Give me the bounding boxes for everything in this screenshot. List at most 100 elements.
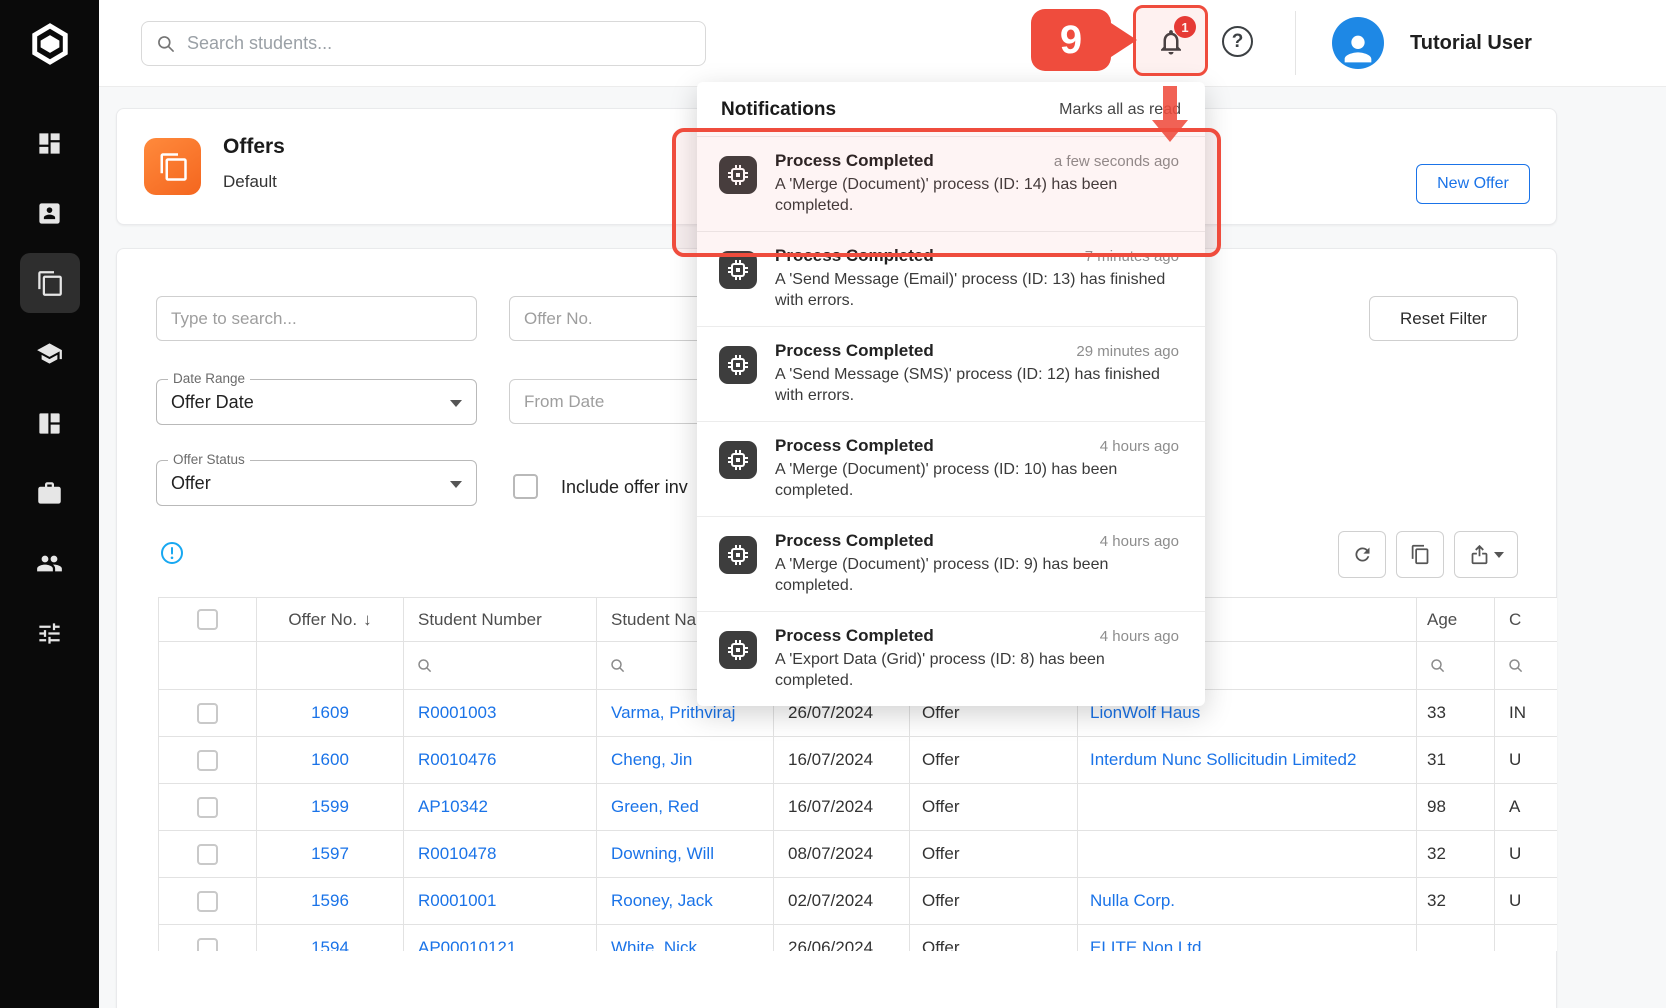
notification-time: 4 hours ago xyxy=(1100,628,1179,645)
row-checkbox[interactable] xyxy=(197,750,218,771)
row-checkbox[interactable] xyxy=(197,703,218,724)
offer-status: Offer xyxy=(922,891,959,910)
row-checkbox[interactable] xyxy=(197,797,218,818)
filter-search-input[interactable] xyxy=(156,296,477,341)
table-row: 1597 R0010478 Downing, Will 08/07/2024 O… xyxy=(159,831,1558,878)
logo-icon xyxy=(25,19,75,69)
sidebar-item-contacts[interactable] xyxy=(20,183,80,243)
offer-status-select[interactable]: Offer Status Offer xyxy=(156,460,477,506)
process-icon xyxy=(719,346,757,384)
offer-date: 16/07/2024 xyxy=(788,797,873,816)
avatar[interactable] xyxy=(1332,17,1384,69)
offer-no-link[interactable]: 1599 xyxy=(311,797,349,816)
process-icon xyxy=(719,536,757,574)
row-checkbox[interactable] xyxy=(197,938,218,952)
notification-time: 7 minutes ago xyxy=(1085,248,1179,265)
layout-grid-icon xyxy=(36,410,63,437)
new-offer-button[interactable]: New Offer xyxy=(1416,164,1530,204)
notification-item[interactable]: Process Completed7 minutes ago A 'Send M… xyxy=(697,231,1205,326)
notification-title: Process Completed xyxy=(775,436,934,456)
sort-desc-icon: ↓ xyxy=(363,610,372,629)
company-link[interactable]: ELITE Non Ltd xyxy=(1090,938,1202,951)
grid-actions xyxy=(1338,531,1518,578)
country-value: IN xyxy=(1509,703,1526,722)
age-value: 32 xyxy=(1427,891,1446,910)
notification-message: A 'Export Data (Grid)' process (ID: 8) h… xyxy=(775,649,1179,691)
offer-no-link[interactable]: 1609 xyxy=(311,703,349,722)
select-all-checkbox[interactable] xyxy=(197,609,218,630)
column-header-offer-no[interactable]: Offer No.↓ xyxy=(257,598,404,642)
reset-filter-button[interactable]: Reset Filter xyxy=(1369,296,1518,341)
offer-date: 16/07/2024 xyxy=(788,750,873,769)
page-subtitle: Default xyxy=(223,172,277,192)
info-icon[interactable] xyxy=(160,541,184,565)
row-checkbox[interactable] xyxy=(197,891,218,912)
chevron-down-icon xyxy=(1494,552,1504,558)
student-number-link[interactable]: AP00010121 xyxy=(418,938,516,951)
student-number-link[interactable]: R0001001 xyxy=(418,891,496,910)
notifications-panel: Notifications Marks all as read Process … xyxy=(697,82,1205,706)
notification-item[interactable]: Process Completeda few seconds ago A 'Me… xyxy=(697,136,1205,231)
notifications-title: Notifications xyxy=(721,99,836,121)
app-logo[interactable] xyxy=(0,0,99,87)
filter-country[interactable] xyxy=(1495,642,1558,690)
student-name-link[interactable]: Downing, Will xyxy=(611,844,714,863)
date-range-select[interactable]: Date Range Offer Date xyxy=(156,379,477,425)
sidebar xyxy=(0,0,99,1008)
process-icon xyxy=(719,441,757,479)
offer-no-link[interactable]: 1597 xyxy=(311,844,349,863)
refresh-button[interactable] xyxy=(1338,531,1386,578)
column-header-student-number[interactable]: Student Number xyxy=(404,598,597,642)
student-number-link[interactable]: AP10342 xyxy=(418,797,488,816)
people-icon xyxy=(36,550,63,577)
offer-no-link[interactable]: 1594 xyxy=(311,938,349,951)
date-range-value: Offer Date xyxy=(171,380,254,424)
search-icon xyxy=(416,657,434,675)
offer-status: Offer xyxy=(922,797,959,816)
row-checkbox[interactable] xyxy=(197,844,218,865)
student-number-link[interactable]: R0010476 xyxy=(418,750,496,769)
notification-message: A 'Send Message (Email)' process (ID: 13… xyxy=(775,269,1179,311)
export-button[interactable] xyxy=(1454,531,1518,578)
user-name[interactable]: Tutorial User xyxy=(1410,0,1532,87)
sidebar-item-offers[interactable] xyxy=(20,253,80,313)
column-header-country[interactable]: C xyxy=(1495,598,1558,642)
notification-item[interactable]: Process Completed4 hours ago A 'Export D… xyxy=(697,611,1205,706)
sidebar-item-agencies[interactable] xyxy=(20,463,80,523)
refresh-icon xyxy=(1352,544,1373,565)
notifications-button[interactable]: 1 xyxy=(1154,25,1188,61)
student-number-link[interactable]: R0010478 xyxy=(418,844,496,863)
notification-item[interactable]: Process Completed4 hours ago A 'Merge (D… xyxy=(697,421,1205,516)
student-name-link[interactable]: Rooney, Jack xyxy=(611,891,713,910)
mark-all-as-read-button[interactable]: Marks all as read xyxy=(1059,101,1181,119)
include-offer-checkbox[interactable] xyxy=(513,474,538,499)
notification-time: a few seconds ago xyxy=(1054,153,1179,170)
chevron-down-icon xyxy=(450,481,462,488)
sidebar-item-people[interactable] xyxy=(20,533,80,593)
sidebar-item-courses[interactable] xyxy=(20,323,80,383)
company-link[interactable]: Interdum Nunc Sollicitudin Limited2 xyxy=(1090,750,1356,769)
column-header-age[interactable]: Age xyxy=(1417,598,1495,642)
notification-item[interactable]: Process Completed29 minutes ago A 'Send … xyxy=(697,326,1205,421)
sidebar-item-settings[interactable] xyxy=(20,603,80,663)
student-name-link[interactable]: Cheng, Jin xyxy=(611,750,692,769)
sidebar-item-boards[interactable] xyxy=(20,393,80,453)
offer-no-link[interactable]: 1600 xyxy=(311,750,349,769)
notification-title: Process Completed xyxy=(775,531,934,551)
search-icon xyxy=(1429,657,1447,675)
notification-message: A 'Merge (Document)' process (ID: 14) ha… xyxy=(775,174,1179,216)
age-value: 31 xyxy=(1427,750,1446,769)
help-button[interactable]: ? xyxy=(1222,26,1253,57)
offer-no-link[interactable]: 1596 xyxy=(311,891,349,910)
company-link[interactable]: Nulla Corp. xyxy=(1090,891,1175,910)
search-input[interactable] xyxy=(187,33,691,54)
notification-item[interactable]: Process Completed4 hours ago A 'Merge (D… xyxy=(697,516,1205,611)
student-name-link[interactable]: White, Nick xyxy=(611,938,697,951)
sidebar-item-dashboard[interactable] xyxy=(20,113,80,173)
student-name-link[interactable]: Green, Red xyxy=(611,797,699,816)
copy-button[interactable] xyxy=(1396,531,1444,578)
student-number-link[interactable]: R0001003 xyxy=(418,703,496,722)
filter-student-number[interactable] xyxy=(404,642,597,690)
filter-age[interactable] xyxy=(1417,642,1495,690)
graduation-cap-icon xyxy=(36,340,63,367)
